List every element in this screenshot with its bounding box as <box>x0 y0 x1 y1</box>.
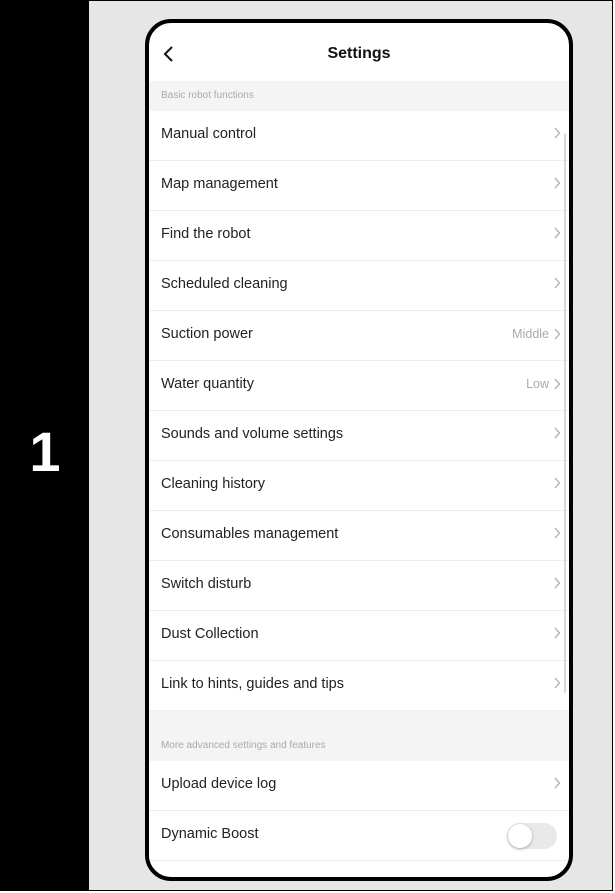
settings-item-switch-disturb[interactable]: Switch disturb <box>149 561 569 611</box>
settings-item-trailing: Middle <box>512 327 561 341</box>
chevron-right-icon <box>554 777 561 789</box>
settings-item-trailing <box>553 227 561 239</box>
settings-item-trailing <box>553 527 561 539</box>
settings-item-trailing: Low <box>526 377 561 391</box>
chevron-right-icon <box>554 277 561 289</box>
settings-item-value: Middle <box>512 327 549 341</box>
settings-item-label: Switch disturb <box>161 576 252 592</box>
settings-item-trailing <box>553 177 561 189</box>
settings-item-map-management[interactable]: Map management <box>149 161 569 211</box>
step-sidebar: 1 <box>1 1 89 891</box>
settings-item-dynamic-boost[interactable]: Dynamic Boost <box>149 811 569 861</box>
settings-item-trailing <box>553 427 561 439</box>
settings-item-label: Dust Collection <box>161 626 259 642</box>
scrollbar[interactable] <box>564 133 566 693</box>
section-header-advanced: More advanced settings and features <box>149 731 569 761</box>
settings-item-link-to-hints-guides-and-tips[interactable]: Link to hints, guides and tips <box>149 661 569 711</box>
chevron-right-icon <box>554 127 561 139</box>
settings-item-label: Upload device log <box>161 776 277 792</box>
settings-item-trailing <box>553 127 561 139</box>
settings-item-suction-power[interactable]: Suction power Middle <box>149 311 569 361</box>
settings-item-trailing <box>553 677 561 689</box>
settings-item-trailing <box>553 277 561 289</box>
chevron-right-icon <box>554 427 561 439</box>
settings-item-label: Map management <box>161 176 278 192</box>
dynamic-boost-toggle[interactable] <box>507 823 557 849</box>
chevron-right-icon <box>554 627 561 639</box>
settings-list-basic: Manual control Map management Find the rob… <box>149 111 569 711</box>
settings-item-sounds-and-volume-settings[interactable]: Sounds and volume settings <box>149 411 569 461</box>
settings-item-trailing <box>553 777 561 789</box>
settings-item-label: Cleaning history <box>161 476 265 492</box>
settings-item-find-the-robot[interactable]: Find the robot <box>149 211 569 261</box>
chevron-right-icon <box>554 477 561 489</box>
chevron-right-icon <box>554 328 561 340</box>
toggle-knob <box>508 824 532 848</box>
chevron-right-icon <box>554 527 561 539</box>
chevron-right-icon <box>554 227 561 239</box>
settings-item-label: Water quantity <box>161 376 254 392</box>
settings-list-advanced: Upload device log Dynamic Boost <box>149 761 569 861</box>
chevron-right-icon <box>554 677 561 689</box>
settings-item-label: Sounds and volume settings <box>161 426 344 442</box>
settings-item-label: Suction power <box>161 326 253 342</box>
settings-item-water-quantity[interactable]: Water quantity Low <box>149 361 569 411</box>
nav-bar: Settings <box>149 23 569 81</box>
section-divider <box>149 711 569 731</box>
settings-item-upload-device-log[interactable]: Upload device log <box>149 761 569 811</box>
phone-screen: Settings Basic robot functions Manual co… <box>145 19 573 881</box>
settings-item-trailing <box>553 477 561 489</box>
settings-item-manual-control[interactable]: Manual control <box>149 111 569 161</box>
chevron-right-icon <box>554 378 561 390</box>
settings-item-label: Find the robot <box>161 226 251 242</box>
settings-item-value: Low <box>526 377 549 391</box>
section-header-basic: Basic robot functions <box>149 81 569 111</box>
chevron-right-icon <box>554 577 561 589</box>
page-title: Settings <box>327 45 391 62</box>
settings-item-trailing <box>553 627 561 639</box>
step-number: 1 <box>29 420 61 483</box>
settings-item-trailing <box>553 577 561 589</box>
settings-item-label: Manual control <box>161 126 257 142</box>
settings-item-cleaning-history[interactable]: Cleaning history <box>149 461 569 511</box>
settings-item-label: Consumables management <box>161 526 339 542</box>
settings-item-consumables-management[interactable]: Consumables management <box>149 511 569 561</box>
settings-item-label: Dynamic Boost <box>161 826 259 842</box>
settings-item-dust-collection[interactable]: Dust Collection <box>149 611 569 661</box>
settings-item-label: Link to hints, guides and tips <box>161 676 344 692</box>
settings-item-label: Scheduled cleaning <box>161 276 288 292</box>
settings-item-scheduled-cleaning[interactable]: Scheduled cleaning <box>149 261 569 311</box>
chevron-right-icon <box>554 177 561 189</box>
